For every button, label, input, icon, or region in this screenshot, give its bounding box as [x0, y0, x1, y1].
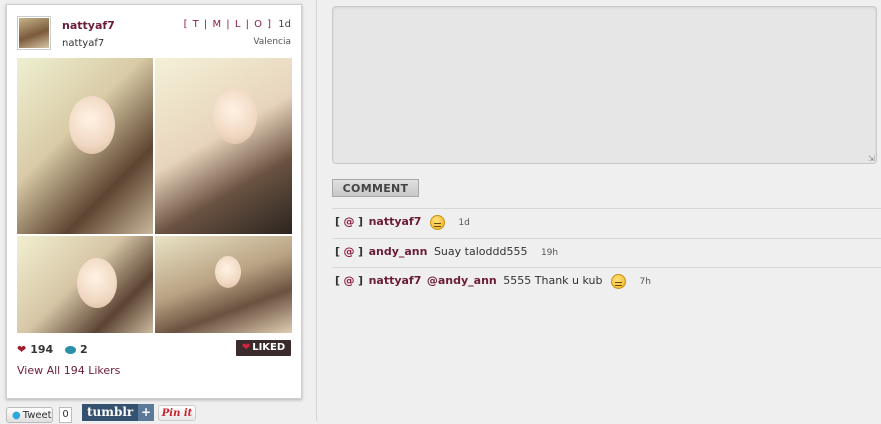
- tweet-label: Tweet: [22, 410, 52, 421]
- comment-bubble-icon: [65, 346, 77, 354]
- comment-age: 19h: [540, 248, 559, 258]
- grin-emoji-icon: [429, 214, 445, 230]
- bracket-close: ]: [358, 215, 364, 228]
- post-location[interactable]: Valencia: [253, 37, 291, 47]
- liked-button[interactable]: ❤ LIKED: [236, 340, 291, 356]
- comment-text: 5555 Thank u kub: [503, 274, 603, 287]
- tumblr-label: tumblr: [87, 405, 134, 419]
- comment-mention[interactable]: @andy_ann: [427, 274, 497, 287]
- photo-tile-4: [155, 236, 292, 333]
- reply-at-button[interactable]: @: [344, 274, 355, 287]
- comment-age: 7h: [639, 277, 651, 287]
- heart-icon: ❤: [17, 343, 27, 356]
- photo-tile-2: [155, 58, 292, 234]
- comment-item: [ @ ] nattyaf7 1d: [335, 213, 470, 231]
- comment-age: 1d: [458, 218, 470, 228]
- liked-label: LIKED: [252, 342, 286, 353]
- bracket-close: ]: [358, 245, 364, 258]
- comment-button[interactable]: COMMENT: [332, 179, 419, 197]
- post-age: 1d: [278, 19, 291, 30]
- comment-input[interactable]: [332, 6, 877, 164]
- heart-icon: ❤: [241, 342, 251, 353]
- resize-grip-icon[interactable]: ⇲: [868, 155, 875, 163]
- comment-username[interactable]: nattyaf7: [369, 215, 422, 228]
- comment-count: 2: [80, 343, 88, 356]
- comment-separator: [332, 238, 881, 239]
- comment-username[interactable]: nattyaf7: [369, 274, 422, 287]
- like-count: 194: [30, 343, 54, 356]
- post-links[interactable]: [ T | M | L | O ] 1d: [184, 19, 291, 30]
- twitter-bird-icon: ●: [12, 410, 21, 421]
- grin-emoji-icon: [610, 273, 626, 289]
- reply-at-button[interactable]: @: [344, 245, 355, 258]
- comment-item: [ @ ] nattyaf7 @andy_ann 5555 Thank u ku…: [335, 272, 651, 290]
- avatar[interactable]: [17, 16, 51, 50]
- post-username[interactable]: nattyaf7: [62, 19, 115, 32]
- view-likers-link[interactable]: View All 194 Likers: [17, 364, 120, 377]
- bracket-open: [: [335, 215, 341, 228]
- photo-tile-3: [17, 236, 153, 333]
- share-links[interactable]: [ T | M | L | O ]: [184, 19, 273, 30]
- bracket-open: [: [335, 274, 341, 287]
- post-photo[interactable]: [17, 58, 292, 333]
- comment-item: [ @ ] andy_ann Suay taloddd555 19h: [335, 243, 558, 261]
- reply-at-button[interactable]: @: [344, 215, 355, 228]
- plus-icon: +: [138, 404, 154, 421]
- bracket-close: ]: [358, 274, 364, 287]
- comment-username[interactable]: andy_ann: [369, 245, 428, 258]
- post-display-name: nattyaf7: [62, 38, 105, 49]
- comment-text: Suay taloddd555: [433, 245, 528, 258]
- comments-divider: [332, 208, 881, 209]
- column-divider: [316, 0, 317, 421]
- post-card: nattyaf7 nattyaf7 [ T | M | L | O ] 1d V…: [6, 4, 302, 399]
- avatar-image: [19, 18, 49, 48]
- bracket-open: [: [335, 245, 341, 258]
- photo-tile-1: [17, 58, 153, 234]
- post-stats: ❤ 194 2: [17, 343, 88, 356]
- pin-it-button[interactable]: Pin it: [158, 405, 196, 421]
- tumblr-button[interactable]: tumblr +: [82, 404, 154, 421]
- comment-separator: [332, 267, 881, 268]
